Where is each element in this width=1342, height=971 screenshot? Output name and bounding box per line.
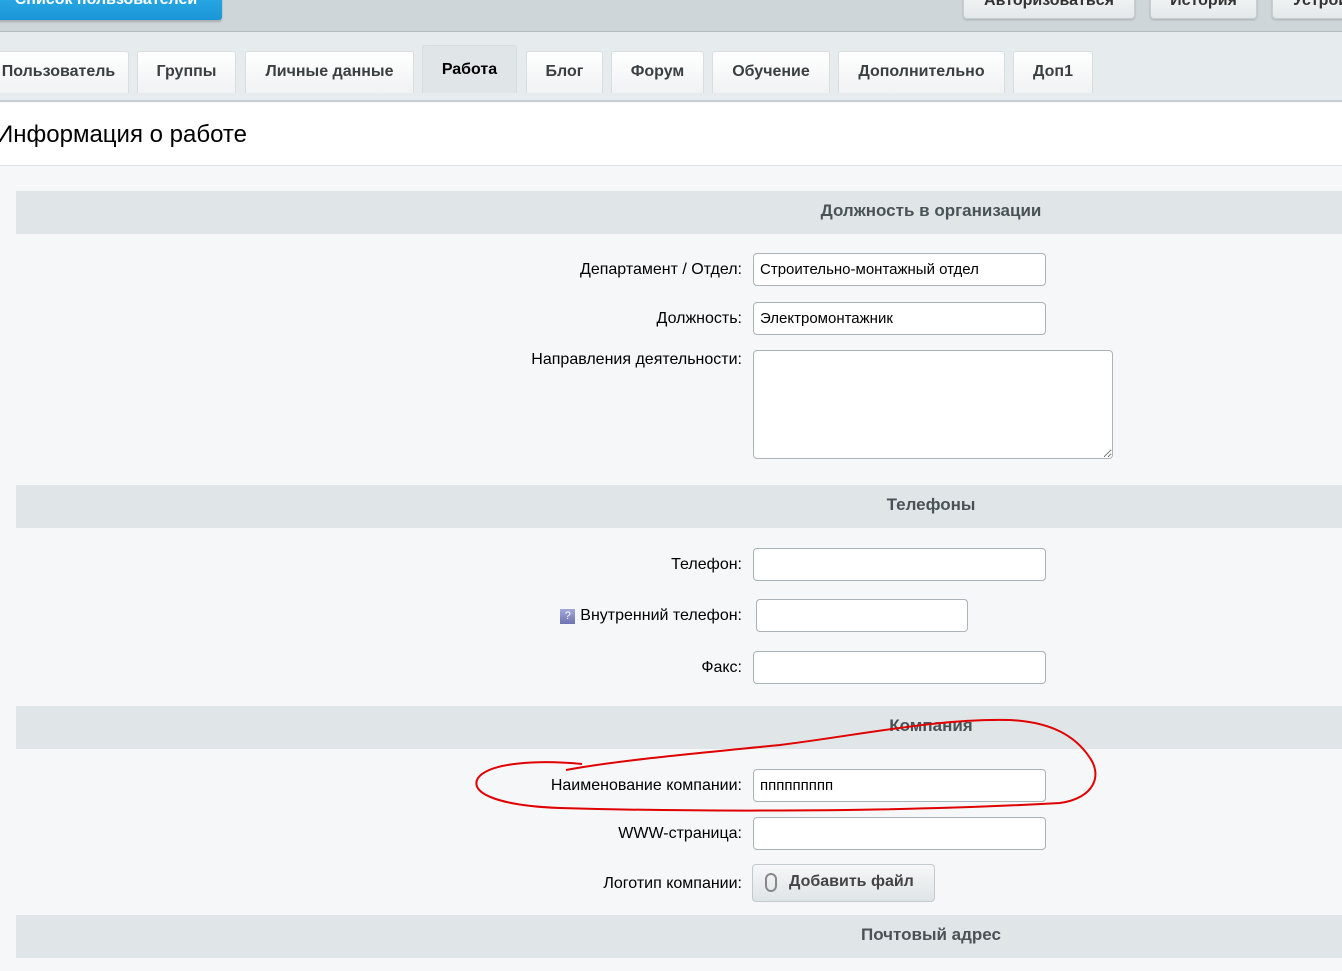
red-annotation-circle [475, 718, 1097, 812]
